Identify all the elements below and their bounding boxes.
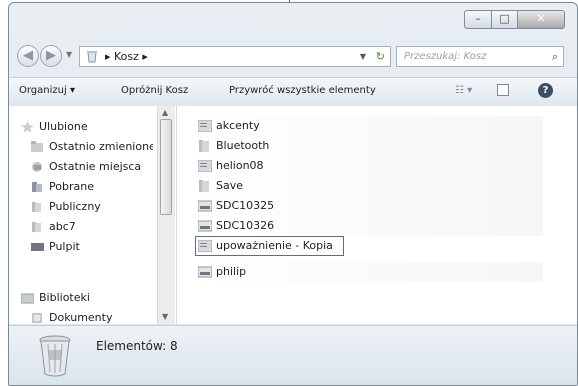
title-bar: – □ ✕	[9, 3, 577, 37]
nav-public[interactable]: Publiczny	[31, 198, 153, 216]
scroll-up-icon[interactable]: ▲	[162, 108, 168, 117]
folder-icon	[32, 202, 41, 212]
recycle-bin-small-icon	[87, 51, 97, 63]
navigation-pane: Ulubione Ostatnio zmienione Ostatnie mie…	[9, 106, 177, 324]
back-arrow-icon: ◀	[23, 48, 33, 63]
command-bar: Organizuj ▾ Opróżnij Kosz Przywróć wszys…	[9, 77, 577, 107]
search-input[interactable]: Przeszukaj: Kosz ⌕	[396, 46, 564, 67]
explorer-window: – □ ✕ ◀ ▶ ▼ ▸ Kosz ▸ ▼ ↻ Przeszukaj: Kos…	[8, 2, 578, 386]
magnifier-icon[interactable]: ⌕	[552, 47, 558, 66]
star-icon	[21, 121, 34, 133]
nav-downloads[interactable]: Pobrane	[31, 178, 153, 196]
empty-recycle-bin-button[interactable]: Opróżnij Kosz	[121, 85, 188, 96]
scroll-thumb[interactable]	[160, 119, 172, 215]
restore-all-button[interactable]: Przywróć wszystkie elementy	[229, 85, 376, 96]
folder-icon	[32, 222, 41, 232]
search-placeholder: Przeszukaj: Kosz	[404, 51, 487, 62]
view-options-icon[interactable]: ☷ ▾	[455, 85, 472, 96]
downloads-folder-icon	[32, 182, 42, 192]
nav-recently-changed[interactable]: Ostatnio zmienione	[31, 138, 153, 156]
nav-scrollbar[interactable]: ▲ ▼	[157, 106, 175, 324]
details-pane: Elementów: 8	[9, 325, 577, 385]
image-file-icon	[198, 220, 212, 232]
file-item[interactable]: Save	[195, 176, 543, 196]
folder-icon	[199, 140, 209, 152]
address-row: ◀ ▶ ▼ ▸ Kosz ▸ ▼ ↻ Przeszukaj: Kosz ⌕	[9, 43, 577, 71]
maximize-button[interactable]: □	[491, 10, 518, 29]
scroll-down-icon[interactable]: ▼	[162, 312, 168, 321]
documents-library-icon	[32, 313, 42, 323]
recent-places-icon	[32, 162, 42, 172]
file-item[interactable]: philip	[195, 262, 543, 282]
recent-pages-dropdown[interactable]: ▼	[66, 50, 72, 59]
file-list: akcenty Bluetooth helion08 Save SDC10325…	[177, 106, 577, 324]
back-button[interactable]: ◀	[17, 45, 39, 67]
file-item[interactable]: SDC10325	[195, 196, 543, 216]
document-icon	[198, 120, 212, 132]
file-item[interactable]: akcenty	[195, 116, 543, 136]
refresh-icon[interactable]: ↻	[376, 47, 385, 66]
item-count: Elementów: 8	[96, 339, 178, 353]
recycle-bin-icon	[39, 335, 71, 377]
help-icon[interactable]: ?	[538, 83, 553, 98]
library-icon	[21, 293, 34, 304]
recent-folder-icon	[31, 141, 43, 152]
file-item[interactable]: helion08	[195, 156, 543, 176]
address-bar[interactable]: ▸ Kosz ▸ ▼ ↻	[79, 46, 391, 67]
file-item[interactable]: Bluetooth	[195, 136, 543, 156]
forward-arrow-icon: ▶	[46, 48, 56, 63]
forward-button[interactable]: ▶	[40, 45, 62, 67]
nav-recent-places[interactable]: Ostatnie miejsca	[31, 158, 153, 176]
file-item-selected[interactable]: upoważnienie - Kopia	[195, 236, 344, 256]
breadcrumb[interactable]: ▸ Kosz ▸	[105, 47, 148, 66]
minimize-button[interactable]: –	[464, 10, 492, 29]
nav-abc7[interactable]: abc7	[31, 218, 153, 236]
nav-desktop[interactable]: Pulpit	[31, 238, 153, 256]
nav-favorites[interactable]: Ulubione	[21, 118, 153, 136]
nav-libraries[interactable]: Biblioteki	[21, 289, 153, 307]
document-icon	[198, 160, 212, 172]
image-file-icon	[198, 200, 212, 212]
image-file-icon	[198, 266, 212, 278]
organize-button[interactable]: Organizuj ▾	[19, 85, 75, 96]
preview-pane-icon[interactable]	[497, 84, 509, 96]
address-dropdown[interactable]: ▼	[360, 47, 366, 66]
folder-icon	[199, 180, 209, 192]
file-item[interactable]: SDC10326	[195, 216, 543, 236]
close-button[interactable]: ✕	[517, 10, 565, 29]
desktop-icon	[31, 243, 44, 251]
document-icon	[198, 240, 212, 252]
